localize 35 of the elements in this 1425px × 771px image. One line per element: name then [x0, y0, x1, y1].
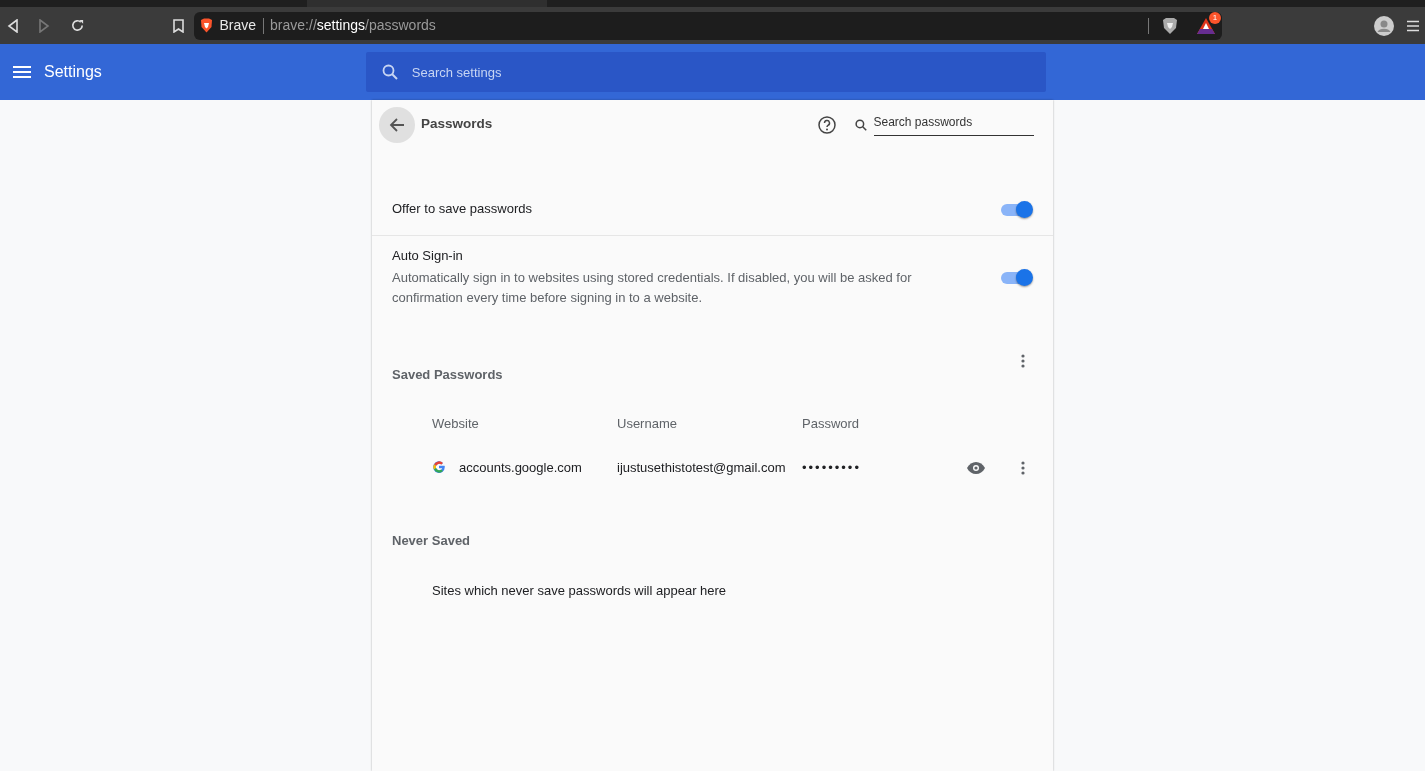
toggle-switch[interactable] — [1001, 267, 1033, 287]
url-text: brave://settings/passwords — [270, 16, 437, 35]
setting-description: Automatically sign in to websites using stored credentials. If disabled, you will be asked for confirmation every time before signing in to a website. — [392, 268, 913, 307]
menu-icon[interactable] — [1406, 19, 1419, 32]
back-button[interactable] — [6, 18, 19, 33]
section-heading: Saved Passwords — [392, 365, 504, 384]
back-arrow-icon — [388, 116, 405, 133]
shields-button[interactable] — [1161, 16, 1178, 35]
bookmark-button[interactable] — [172, 18, 184, 33]
page-title: Settings — [44, 62, 102, 82]
column-header: Username — [617, 415, 678, 433]
reload-button[interactable] — [69, 18, 85, 33]
notification-badge: 1 — [1209, 11, 1221, 24]
help-icon[interactable] — [817, 115, 836, 134]
column-header: Website — [432, 415, 480, 433]
search-field[interactable]: Search settings — [365, 52, 1046, 92]
profile-avatar[interactable] — [1373, 15, 1394, 36]
setting-label: Auto Sign-in — [392, 247, 464, 266]
search-icon — [855, 118, 867, 131]
search-icon — [381, 64, 398, 80]
lion-shield-icon — [200, 18, 213, 33]
g-logo-icon — [432, 460, 446, 475]
column-header: Password — [802, 415, 860, 433]
password-search-field[interactable]: Search passwords — [873, 113, 1034, 136]
address-bar[interactable]: Brave brave://settings/passwords 1 — [193, 11, 1222, 40]
site-label: Brave — [219, 16, 257, 35]
password-cell-text: ••••••••• — [802, 458, 862, 477]
forward-button[interactable] — [38, 18, 50, 33]
section-heading: Never Saved — [391, 532, 472, 550]
back-button[interactable] — [378, 106, 415, 143]
section-title: Passwords — [421, 115, 494, 134]
setting-label: Offer to save passwords — [392, 199, 533, 218]
website-cell-text: accounts.google.com — [459, 458, 582, 477]
empty-message: Sites which never save passwords will appear here — [431, 581, 728, 600]
username-cell-text: ijustusethistotest@gmail.com — [617, 458, 787, 477]
